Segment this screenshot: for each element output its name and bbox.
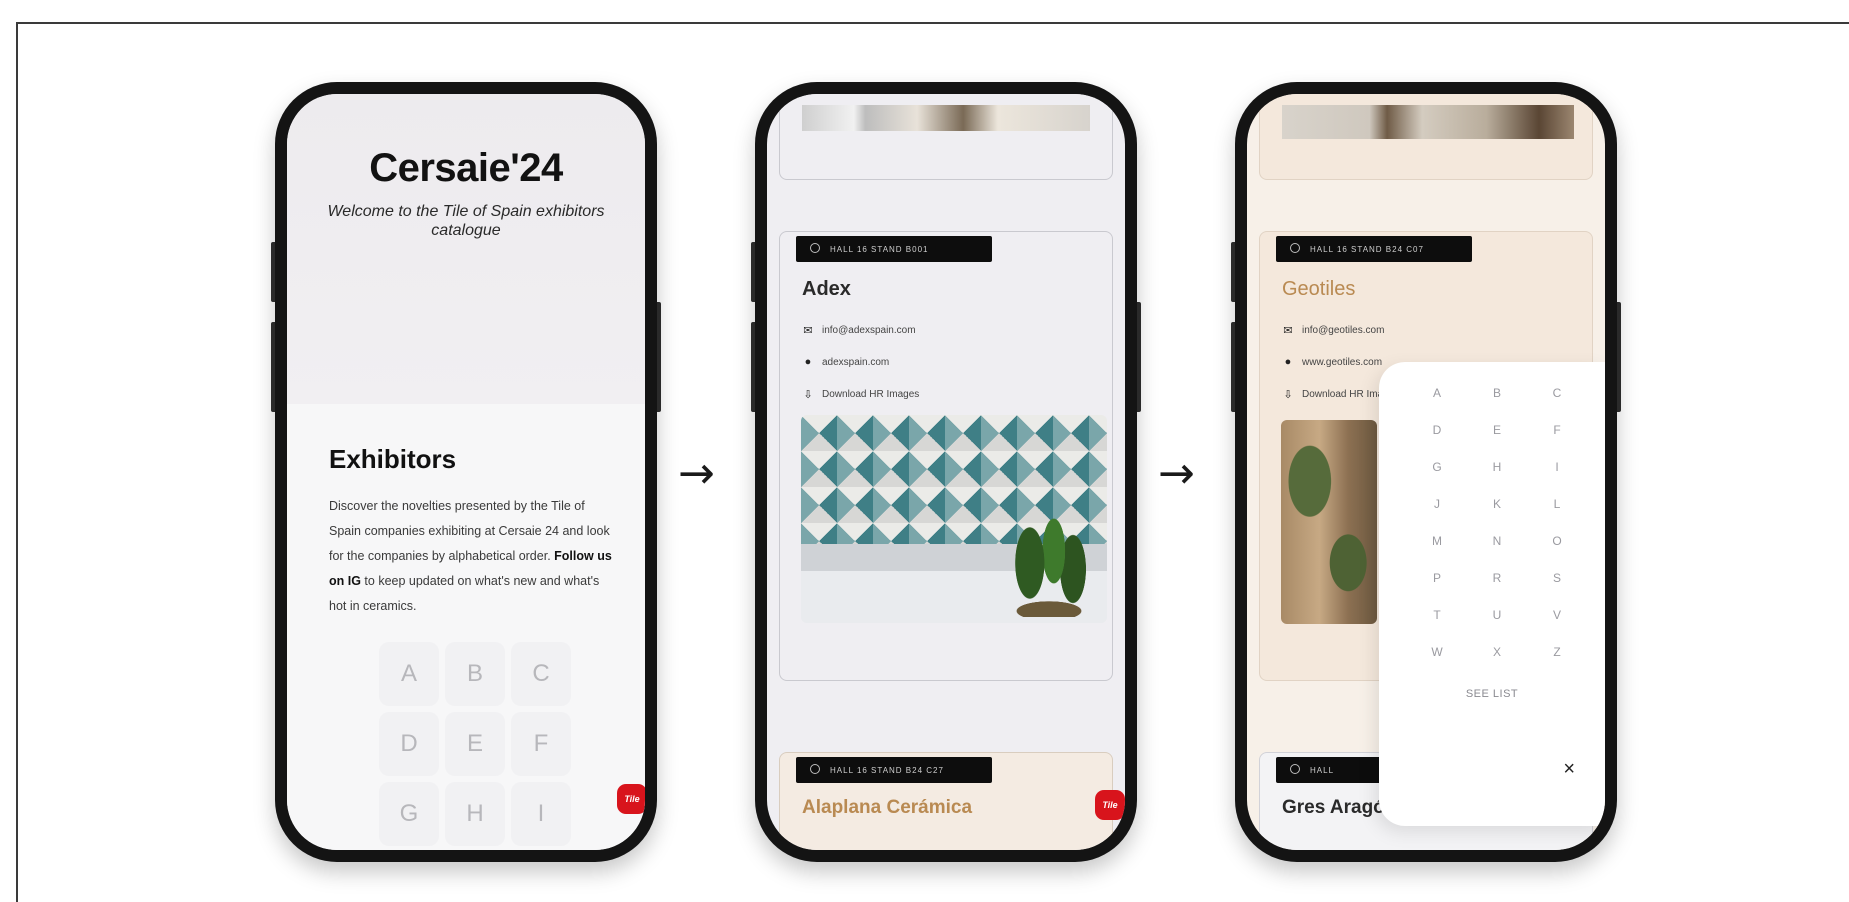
letter-button[interactable]: B: [1467, 386, 1527, 423]
stand-badge: HALL 16 STAND B24 C27: [796, 757, 992, 783]
section-title: Exhibitors: [329, 444, 457, 474]
download-link[interactable]: Download HR Images: [822, 389, 919, 400]
letter-button[interactable]: I: [511, 782, 571, 846]
email-link[interactable]: info@adexspain.com: [822, 325, 916, 336]
letter-button[interactable]: D: [379, 712, 439, 776]
letter-button[interactable]: H: [445, 782, 505, 846]
product-image: [1281, 420, 1377, 624]
letter-button[interactable]: T: [1407, 608, 1467, 645]
letter-button[interactable]: A: [379, 642, 439, 706]
exhibitor-card[interactable]: HALL 16 STAND B001 Adex ✉ info@adexspain…: [779, 231, 1113, 681]
plant-decor: [1001, 497, 1097, 617]
company-name: Alaplana Cerámica: [802, 797, 973, 818]
letter-button[interactable]: I: [1527, 460, 1587, 497]
letter-button[interactable]: B: [445, 642, 505, 706]
download-row[interactable]: ⇩ Download HR Images: [802, 388, 919, 401]
letter-button[interactable]: A: [1407, 386, 1467, 423]
right-arrow-icon: →: [678, 448, 715, 499]
page-title: Cersaie'24: [369, 146, 563, 190]
alphabet-list: A B C D E F G H I J K L M N O P R S T U: [1407, 386, 1587, 682]
product-image: [1282, 105, 1574, 139]
letter-button[interactable]: G: [379, 782, 439, 846]
location-pin-icon: [810, 764, 820, 774]
letter-button[interactable]: P: [1407, 571, 1467, 608]
alphabet-grid: A B C D E F G H I: [379, 642, 585, 846]
letter-button[interactable]: N: [1467, 534, 1527, 571]
stand-badge: HALL 16 STAND B001: [796, 236, 992, 262]
exhibitor-card[interactable]: [1259, 94, 1593, 180]
tile-of-spain-logo-icon[interactable]: Tile: [1095, 790, 1125, 820]
website-row[interactable]: ● www.geotiles.com: [1282, 356, 1382, 368]
mail-icon: ✉: [1283, 324, 1293, 337]
letter-button[interactable]: V: [1527, 608, 1587, 645]
exhibitor-card[interactable]: [779, 94, 1113, 180]
see-all-button[interactable]: SEE LIST: [1379, 688, 1605, 700]
letter-button[interactable]: H: [1467, 460, 1527, 497]
letter-button[interactable]: E: [1467, 423, 1527, 460]
email-link[interactable]: info@geotiles.com: [1302, 325, 1384, 336]
phone-screen: HALL 16 STAND B001 Adex ✉ info@adexspain…: [767, 94, 1125, 850]
tile-of-spain-logo-icon[interactable]: Tile: [617, 784, 645, 814]
mail-icon: ✉: [803, 324, 813, 337]
stand-badge-label: HALL 16 STAND B24 C27: [830, 765, 944, 775]
intro-text-end: to keep updated on what's new and what's…: [329, 574, 600, 613]
website-link[interactable]: adexspain.com: [822, 357, 889, 368]
website-link[interactable]: www.geotiles.com: [1302, 357, 1382, 368]
hero-section: [287, 94, 645, 404]
location-pin-icon: [1290, 243, 1300, 253]
letter-button[interactable]: J: [1407, 497, 1467, 534]
intro-paragraph: Discover the novelties presented by the …: [329, 494, 619, 619]
company-name: Adex: [802, 278, 851, 300]
letter-button[interactable]: F: [1527, 423, 1587, 460]
letter-button[interactable]: U: [1467, 608, 1527, 645]
letter-button[interactable]: O: [1527, 534, 1587, 571]
letter-button[interactable]: W: [1407, 645, 1467, 682]
email-row[interactable]: ✉ info@geotiles.com: [1282, 324, 1384, 337]
close-icon[interactable]: ×: [1563, 758, 1575, 781]
globe-icon: ●: [804, 356, 812, 368]
location-pin-icon: [1290, 764, 1300, 774]
stand-badge-label: HALL 16 STAND B001: [830, 244, 929, 254]
letter-button[interactable]: L: [1527, 497, 1587, 534]
product-image: [801, 415, 1107, 623]
letter-button[interactable]: F: [511, 712, 571, 776]
right-arrow-icon: →: [1158, 448, 1195, 499]
letter-button[interactable]: Z: [1527, 645, 1587, 682]
website-row[interactable]: ● adexspain.com: [802, 356, 890, 368]
download-icon: ⇩: [803, 388, 813, 401]
location-pin-icon: [810, 243, 820, 253]
letter-button[interactable]: C: [511, 642, 571, 706]
letter-button[interactable]: X: [1467, 645, 1527, 682]
phone-mockup-alphabet-filter: HALL 16 STAND B24 C07 Geotiles ✉ info@ge…: [1231, 82, 1621, 862]
fab-label: Tile: [624, 794, 640, 804]
phone-screen: Cersaie'24 Welcome to the Tile of Spain …: [287, 94, 645, 850]
letter-button[interactable]: R: [1467, 571, 1527, 608]
exhibitor-card[interactable]: HALL 16 STAND B24 C27 Alaplana Cerámica: [779, 752, 1113, 850]
globe-icon: ●: [1284, 356, 1292, 368]
stand-badge-label: HALL: [1310, 765, 1335, 775]
phone-mockup-home: Cersaie'24 Welcome to the Tile of Spain …: [271, 82, 661, 862]
email-row[interactable]: ✉ info@adexspain.com: [802, 324, 916, 337]
product-image: [802, 105, 1090, 131]
download-icon: ⇩: [1283, 388, 1293, 401]
page-subtitle: Welcome to the Tile of Spain exhibitors …: [327, 203, 605, 239]
alphabet-filter-panel: A B C D E F G H I J K L M N O P R S T U: [1379, 362, 1605, 826]
stand-badge-label: HALL 16 STAND B24 C07: [1310, 244, 1424, 254]
letter-button[interactable]: G: [1407, 460, 1467, 497]
phone-screen: HALL 16 STAND B24 C07 Geotiles ✉ info@ge…: [1247, 94, 1605, 850]
letter-button[interactable]: K: [1467, 497, 1527, 534]
fab-label: Tile: [1102, 800, 1118, 810]
phone-mockup-exhibitor-detail: HALL 16 STAND B001 Adex ✉ info@adexspain…: [751, 82, 1141, 862]
letter-button[interactable]: C: [1527, 386, 1587, 423]
letter-button[interactable]: S: [1527, 571, 1587, 608]
company-name: Geotiles: [1282, 278, 1356, 300]
letter-button[interactable]: D: [1407, 423, 1467, 460]
letter-button[interactable]: M: [1407, 534, 1467, 571]
stand-badge: HALL 16 STAND B24 C07: [1276, 236, 1472, 262]
letter-button[interactable]: E: [445, 712, 505, 776]
